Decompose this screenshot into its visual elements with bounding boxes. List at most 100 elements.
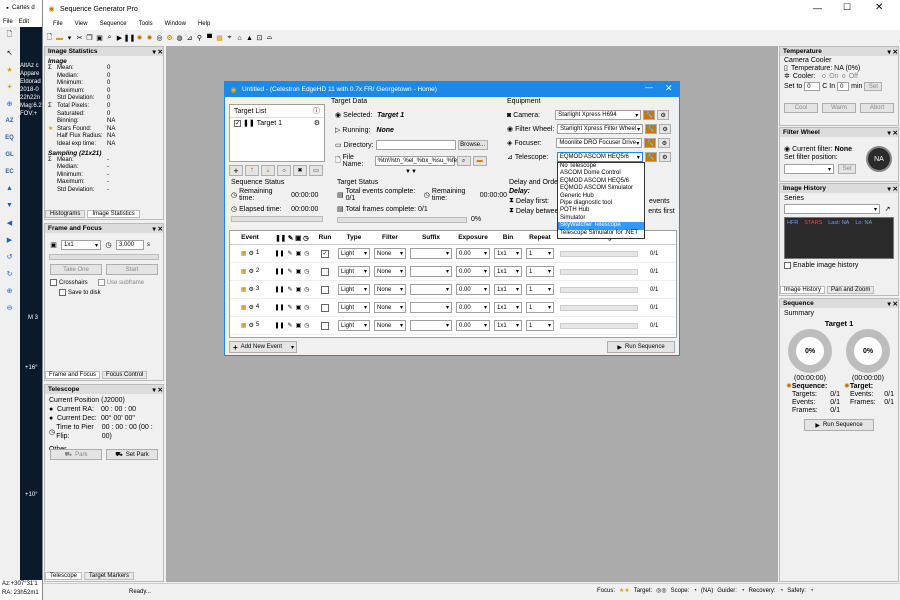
minimize-button[interactable]: — (813, 3, 822, 13)
run-checkbox[interactable] (321, 267, 329, 276)
event-gear-icon[interactable]: ⚙ (248, 250, 253, 257)
table-row[interactable]: ▦ ⚙ 2 ❚❚ ✎ ▣ ◷ Light ▾ None ▾ ▾ 0.00 ▾ 1x1 ▾ 1 ▾ 0/1 (230, 263, 676, 281)
panel-close-icon[interactable]: ▾ ✕ (887, 185, 898, 193)
eq-icon[interactable]: EQ (5, 133, 14, 142)
focuser-select[interactable]: Moonlite DRO Focuser Drive ▾ (556, 138, 643, 148)
repeat-select[interactable]: 1 ▾ (526, 248, 554, 259)
menu-window[interactable]: Window (165, 21, 186, 27)
exposure-select[interactable]: 0.00 ▾ (456, 266, 490, 277)
telescope-option[interactable]: EQMOD ASCOM Simulator (558, 185, 644, 192)
new-sequence-icon[interactable]: 🗋 (45, 34, 54, 43)
telescope-option[interactable]: EQMOD ASCOM HEQ5/6 (558, 178, 644, 185)
filter-select[interactable]: None ▾ (374, 266, 406, 277)
series-select[interactable]: ▾ (784, 204, 880, 214)
safety-icon[interactable]: ⌓ (265, 34, 274, 43)
camera-icon[interactable]: ▀ (205, 34, 214, 43)
telescope-tool-icon[interactable]: ⊿ (185, 34, 194, 43)
suffix-select[interactable]: ▾ (410, 320, 452, 331)
run-checkbox[interactable] (321, 285, 329, 294)
panel-close-icon[interactable]: ▾ ✕ (887, 300, 898, 308)
filter-icon[interactable]: ▩ (215, 34, 224, 43)
tab-focus-control[interactable]: Focus Control (102, 371, 148, 379)
bin-select[interactable]: 1x1 ▾ (61, 240, 101, 250)
event-grid-icon[interactable]: ▦ (241, 286, 247, 293)
camera-connect-button[interactable]: ⚙ (657, 110, 670, 120)
focuser-connect-button[interactable]: ⚙ (658, 138, 671, 148)
delete-target-button[interactable]: ✖ (293, 165, 307, 176)
telescope-option[interactable]: SkyWatcher Telescope (558, 222, 644, 230)
pause-icon[interactable]: ❚❚ (274, 304, 284, 311)
type-select[interactable]: Light ▾ (338, 302, 370, 313)
tab-telescope[interactable]: Telescope (45, 572, 83, 580)
menu-sequence[interactable]: Sequence (100, 21, 127, 27)
event-grid-icon[interactable]: ▦ (241, 304, 247, 311)
pause-icon[interactable]: ❚❚ (274, 268, 284, 275)
dialog-close-button[interactable]: ✕ (665, 83, 673, 94)
type-select[interactable]: Light ▾ (338, 248, 370, 259)
target-gear-icon[interactable]: ⚙ (314, 119, 320, 127)
target-checkbox[interactable]: ✓ (234, 119, 241, 127)
cut-icon[interactable]: ✂ (75, 34, 84, 43)
run-sequence-button[interactable]: ▶ Run Sequence (804, 419, 874, 431)
copy-icon[interactable]: ❐ (85, 34, 94, 43)
gal-icon[interactable]: GL (5, 150, 14, 159)
dialog-minimize-button[interactable]: — (645, 83, 653, 92)
event-gear-icon[interactable]: ⚙ (248, 322, 253, 329)
pointer-icon[interactable]: ↖ (5, 48, 14, 57)
tab-target-markers[interactable]: Target Markers (84, 572, 135, 580)
pause-icon[interactable]: ❚❚ (274, 286, 284, 293)
timer-icon[interactable]: ◷ (304, 304, 309, 311)
browse-button[interactable]: Browse... (457, 140, 488, 150)
telescope-settings-button[interactable]: 🔧 (644, 152, 657, 162)
menu-tools[interactable]: Tools (139, 21, 153, 27)
mount-icon[interactable]: ⚲ (195, 34, 204, 43)
set-filter-button[interactable]: Set (838, 164, 856, 174)
event-grid-icon[interactable]: ▦ (241, 268, 247, 275)
timer-icon[interactable]: ◷ (304, 322, 309, 329)
info-icon[interactable]: ⓘ (313, 106, 320, 116)
type-select[interactable]: Light ▾ (338, 320, 370, 331)
dither-icon[interactable]: ▣ (296, 250, 302, 257)
dither-icon[interactable]: ▣ (296, 268, 302, 275)
fw-settings-button[interactable]: 🔧 (645, 124, 658, 134)
paste-icon[interactable]: ▣ (95, 34, 104, 43)
bg-menu-edit[interactable]: Edit (19, 19, 29, 25)
zoom-in-icon[interactable]: ⊕ (5, 286, 14, 295)
timer-icon[interactable]: ◷ (304, 268, 309, 275)
target-icon[interactable]: ◎ (155, 34, 164, 43)
tab-image-statistics[interactable]: Image Statistics (87, 210, 140, 218)
focus-icon[interactable]: ✎ (288, 250, 293, 257)
filter-select[interactable]: None ▾ (374, 320, 406, 331)
table-row[interactable]: ▦ ⚙ 5 ❚❚ ✎ ▣ ◷ Light ▾ None ▾ ▾ 0.00 ▾ 1x1 ▾ 1 ▾ 0/1 (230, 317, 676, 335)
exposure-input[interactable]: 3.000 (116, 240, 144, 250)
gear-icon[interactable]: ⚙ (165, 34, 174, 43)
event-grid-icon[interactable]: ▦ (241, 322, 247, 329)
pause-icon[interactable]: ❚❚ (274, 322, 284, 329)
repeat-select[interactable]: 1 ▾ (526, 284, 554, 295)
chart-icon[interactable]: ▲ (245, 34, 254, 43)
tab-frame-and-focus[interactable]: Frame and Focus (45, 371, 101, 379)
filename-options-button[interactable]: ▬ (472, 156, 487, 166)
suffix-select[interactable]: ▾ (410, 266, 452, 277)
bin-select[interactable]: 1x1 ▾ (494, 266, 522, 277)
clear-target-button[interactable]: ○ (277, 165, 291, 176)
warm-button[interactable]: Warm (822, 103, 856, 113)
radio-on[interactable]: ○ (822, 73, 826, 81)
telescope-option[interactable]: Simulator (558, 215, 644, 222)
telescope-option[interactable]: Telescope Simulator for .NET (558, 230, 644, 237)
table-row[interactable]: ▦ ⚙ 4 ❚❚ ✎ ▣ ◷ Light ▾ None ▾ ▾ 0.00 ▾ 1x1 ▾ 1 ▾ 0/1 (230, 299, 676, 317)
history-chart-icon[interactable]: ↗ (883, 204, 892, 213)
tab-pan-and-zoom[interactable]: Pan and Zoom (827, 286, 875, 294)
set-temp-input[interactable]: 0 (804, 82, 821, 91)
bin-select[interactable]: 1x1 ▾ (494, 248, 522, 259)
type-select[interactable]: Light ▾ (338, 266, 370, 277)
telescope-option[interactable]: No Telescope (558, 163, 644, 170)
compass-icon[interactable]: ✦ (5, 82, 14, 91)
timer-icon[interactable]: ◷ (304, 250, 309, 257)
exposure-select[interactable]: 0.00 ▾ (456, 302, 490, 313)
menu-help[interactable]: Help (198, 21, 210, 27)
event-gear-icon[interactable]: ⚙ (248, 268, 253, 275)
filter-select[interactable]: None ▾ (374, 302, 406, 313)
repeat-select[interactable]: 1 ▾ (526, 302, 554, 313)
expand-chevron-icon[interactable]: ▼▼ (405, 169, 417, 175)
